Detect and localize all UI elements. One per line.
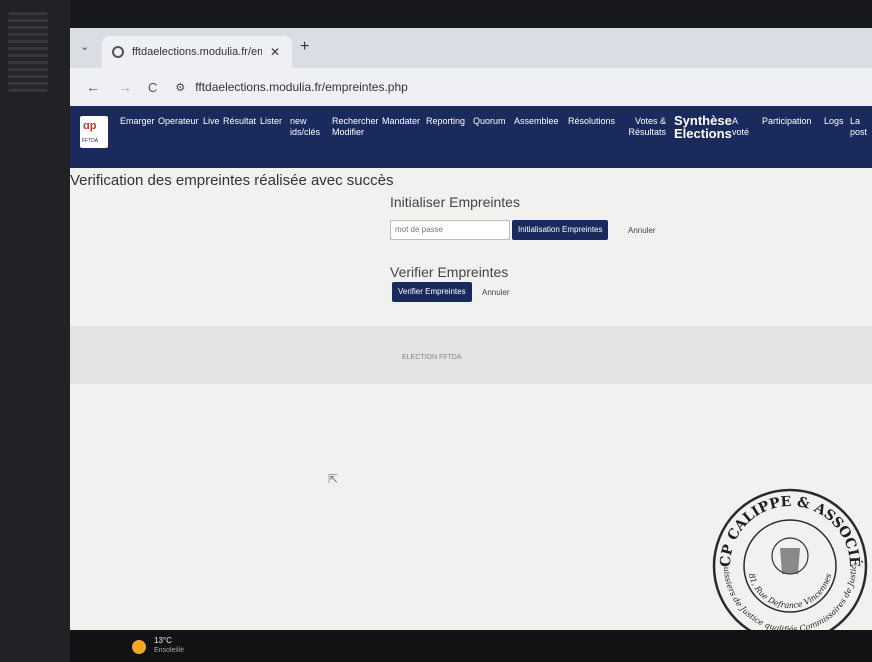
nav-logs[interactable]: Logs [824, 116, 844, 127]
init-cancel-link[interactable]: Annuler [628, 226, 656, 235]
site-settings-icon[interactable]: ⚙ [175, 81, 185, 94]
nav-rechercher-modifier[interactable]: Rechercher Modifier [332, 116, 379, 138]
bailiff-stamp: SCP CALIPPE & ASSOCIÉS 81, Rue Defrance … [710, 486, 868, 638]
main-content: Verification des empreintes réalisée ave… [70, 168, 872, 638]
footer-band [70, 326, 872, 384]
init-empreintes-button[interactable]: Initialisation Empreintes [512, 220, 609, 240]
nav-quorum[interactable]: Quorum [473, 116, 506, 127]
reload-button[interactable]: C [148, 80, 157, 95]
monitor-bezel-top [0, 0, 872, 28]
nav-la-poste[interactable]: La post [850, 116, 872, 138]
tab-title: fftdaelections.modulia.fr/empre [132, 46, 262, 58]
nav-mandater[interactable]: Mandater [382, 116, 420, 127]
nav-resolutions[interactable]: Résolutions [568, 116, 615, 127]
mouse-cursor-icon: ⇱ [328, 472, 339, 486]
app-logo[interactable]: ɑp FFTDA [80, 116, 108, 148]
address-bar[interactable]: ⚙ fftdaelections.modulia.fr/empreintes.p… [175, 80, 407, 94]
tab-strip: ⌄ fftdaelections.modulia.fr/empre ✕ + [70, 28, 872, 68]
nav-live[interactable]: Live [203, 116, 220, 127]
nav-reporting[interactable]: Reporting [426, 116, 465, 127]
weather-condition: Ensoleillé [154, 647, 184, 654]
new-tab-button[interactable]: + [300, 38, 309, 56]
favicon-icon [112, 46, 124, 58]
nav-new-ids[interactable]: new ids/clés [290, 116, 324, 138]
nav-operateur[interactable]: Operateur [158, 116, 199, 127]
nav-resultat[interactable]: Résultat [223, 116, 256, 127]
password-input[interactable] [390, 220, 510, 240]
success-message: Verification des empreintes réalisée ave… [70, 172, 394, 189]
os-taskbar: 13°C Ensoleillé [70, 630, 872, 662]
tab-close-icon[interactable]: ✕ [270, 45, 280, 59]
nav-a-vote[interactable]: A voté [732, 116, 754, 138]
app-navbar: ɑp FFTDA Emarger Operateur Live Résultat… [70, 106, 872, 168]
nav-emarger[interactable]: Emarger [120, 116, 155, 127]
init-section-title: Initialiser Empreintes [390, 194, 520, 210]
sun-icon[interactable] [132, 640, 146, 654]
monitor-bezel-left [0, 0, 70, 662]
nav-participation[interactable]: Participation [762, 116, 812, 127]
weather-temperature: 13°C [154, 636, 172, 645]
verify-empreintes-button[interactable]: Verifier Empreintes [392, 282, 472, 302]
forward-button[interactable]: → [118, 79, 132, 95]
nav-assemblee[interactable]: Assemblee [514, 116, 559, 127]
logo-mark: ɑp [83, 120, 97, 132]
browser-toolbar: ← → C ⚙ fftdaelections.modulia.fr/emprei… [70, 68, 872, 106]
screen: ⌄ fftdaelections.modulia.fr/empre ✕ + ← … [70, 28, 872, 638]
url-text: fftdaelections.modulia.fr/empreintes.php [195, 80, 408, 94]
logo-subtext: FFTDA [82, 138, 99, 144]
tab-search-dropdown-icon[interactable]: ⌄ [80, 40, 89, 53]
nav-lister[interactable]: Lister [260, 116, 282, 127]
nav-synthese-elections[interactable]: Synthèse Elections [674, 114, 734, 140]
verify-cancel-link[interactable]: Annuler [482, 288, 510, 297]
stamp-middle-text: 81, Rue Defrance Vincennes [747, 572, 833, 610]
speaker-grille [8, 12, 48, 92]
browser-tab[interactable]: fftdaelections.modulia.fr/empre ✕ [102, 36, 292, 68]
election-label: ELECTION FFTDA [402, 354, 462, 361]
verify-section-title: Verifier Empreintes [390, 264, 509, 280]
back-button[interactable]: ← [86, 79, 100, 95]
nav-votes-resultats[interactable]: Votes & Résultats [626, 116, 666, 138]
